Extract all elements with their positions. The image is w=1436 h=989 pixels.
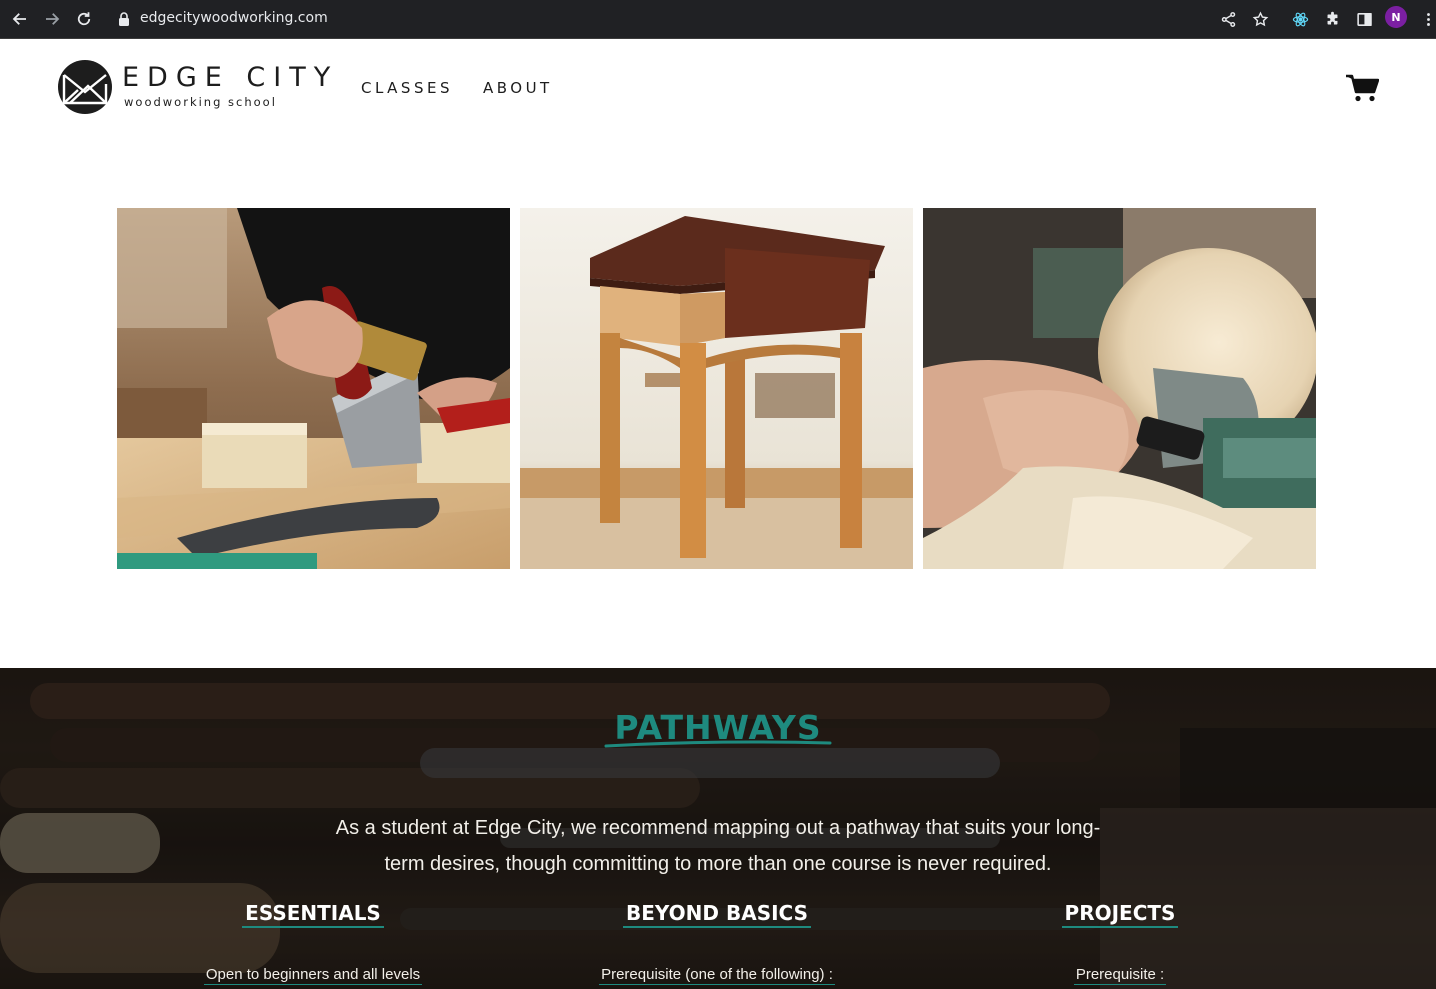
gallery-image-hand-saw[interactable] — [117, 208, 510, 569]
gallery-image-side-table[interactable] — [520, 208, 913, 569]
photo-gallery — [117, 208, 1316, 569]
pathway-column-essentials: ESSENTIALS Open to beginners and all lev… — [113, 900, 513, 985]
browser-toolbar: edgecitywoodworking.com N — [0, 0, 1436, 39]
title-underline — [604, 740, 832, 748]
menu-dots-icon[interactable] — [1416, 7, 1436, 31]
react-devtools-icon[interactable] — [1288, 7, 1312, 31]
pathway-column-projects: PROJECTS Prerequisite : — [920, 900, 1320, 985]
sidepanel-icon[interactable] — [1352, 7, 1376, 31]
pathway-heading-essentials[interactable]: ESSENTIALS — [242, 900, 384, 928]
address-bar[interactable]: edgecitywoodworking.com — [140, 9, 328, 27]
logo-title[interactable]: EDGE CITY — [122, 63, 338, 93]
main-nav: CLASSES ABOUT — [361, 79, 553, 97]
site-header: EDGE CITY woodworking school CLASSES ABO… — [0, 39, 1436, 139]
extensions-icon[interactable] — [1320, 7, 1344, 31]
forward-arrow-icon[interactable] — [40, 7, 64, 31]
star-icon[interactable] — [1248, 7, 1272, 31]
nav-link-classes[interactable]: CLASSES — [361, 79, 453, 97]
pathway-link-projects[interactable]: Prerequisite : — [1073, 966, 1167, 985]
profile-avatar[interactable]: N — [1385, 6, 1407, 28]
logo-icon[interactable] — [58, 60, 112, 114]
pathway-link-beyond-basics[interactable]: Prerequisite (one of the following) : — [599, 966, 835, 985]
pathways-section: PATHWAYS As a student at Edge City, we r… — [0, 668, 1436, 989]
nav-link-about[interactable]: ABOUT — [483, 79, 553, 97]
pathway-heading-beyond-basics[interactable]: BEYOND BASICS — [622, 900, 811, 928]
back-arrow-icon[interactable] — [8, 7, 32, 31]
pathway-column-beyond-basics: BEYOND BASICS Prerequisite (one of the f… — [517, 900, 917, 985]
lock-icon[interactable] — [118, 11, 130, 27]
gallery-image-wood-lathe[interactable] — [923, 208, 1316, 569]
reload-icon[interactable] — [72, 7, 96, 31]
pathways-intro: As a student at Edge City, we recommend … — [335, 817, 1101, 875]
cart-icon[interactable] — [1345, 73, 1379, 103]
share-icon[interactable] — [1216, 7, 1240, 31]
logo-subtitle: woodworking school — [124, 95, 277, 109]
pathway-link-essentials[interactable]: Open to beginners and all levels — [203, 966, 423, 985]
pathway-heading-projects[interactable]: PROJECTS — [1061, 900, 1179, 928]
